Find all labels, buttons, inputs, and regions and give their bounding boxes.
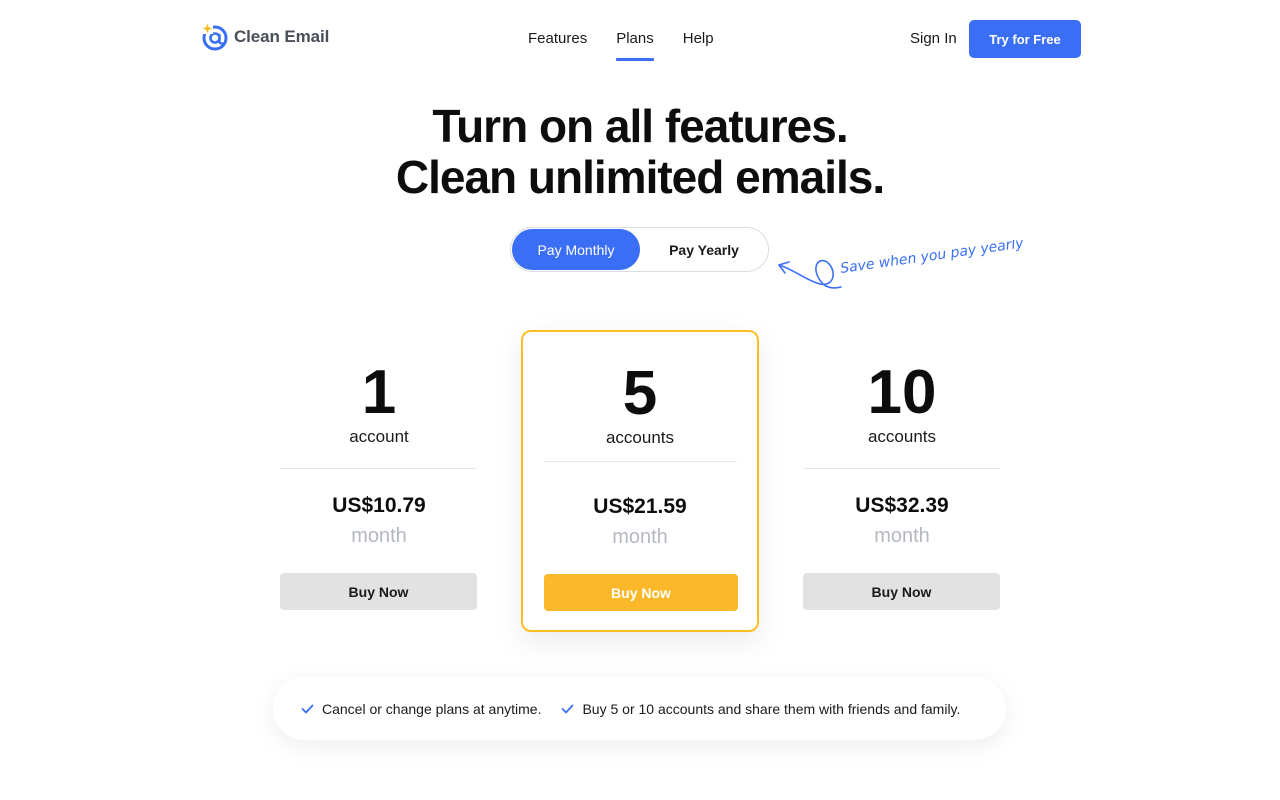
plan-account-unit: accounts — [867, 427, 937, 446]
benefit-item: Cancel or change plans at anytime. — [301, 701, 541, 717]
logo[interactable]: Clean Email — [200, 22, 329, 52]
billing-toggle: Pay Monthly Pay Yearly — [510, 227, 769, 272]
plan-account-count: 10 — [867, 358, 937, 427]
plan-card-5-accounts: 5 accounts US$21.59 month Buy Now — [521, 330, 759, 632]
nav-plans[interactable]: Plans — [616, 30, 654, 61]
plan-period: month — [351, 525, 407, 547]
benefits-bar: Cancel or change plans at anytime. Buy 5… — [273, 677, 1006, 740]
plan-card-10-accounts: 10 accounts US$32.39 month Buy Now — [783, 330, 1021, 632]
divider — [803, 468, 1000, 469]
plan-period: month — [612, 526, 668, 548]
benefit-item: Buy 5 or 10 accounts and share them with… — [561, 701, 960, 717]
sign-in-link[interactable]: Sign In — [910, 30, 957, 47]
plan-period: month — [874, 525, 930, 547]
plan-price: US$10.79 — [332, 494, 426, 517]
site-header: Clean Email Features Plans Help Sign In … — [0, 0, 1280, 78]
nav-help[interactable]: Help — [683, 30, 714, 61]
plan-price: US$32.39 — [855, 494, 949, 517]
buy-now-button[interactable]: Buy Now — [280, 573, 477, 610]
nav-features[interactable]: Features — [528, 30, 587, 61]
main-nav: Features Plans Help — [528, 30, 743, 61]
at-sign-sparkle-icon — [202, 23, 228, 51]
divider — [544, 461, 737, 462]
plan-account-unit: accounts — [605, 428, 675, 447]
plan-card-1-account: 1 account US$10.79 month Buy Now — [260, 330, 498, 632]
plan-account-count: 5 — [622, 359, 658, 428]
plan-account-unit: account — [349, 427, 409, 446]
divider — [280, 468, 477, 469]
plan-account-count: 1 — [361, 358, 397, 427]
save-note-text: Save when you pay yearly — [839, 240, 1025, 277]
check-icon — [301, 704, 314, 713]
pay-monthly-option[interactable]: Pay Monthly — [512, 229, 640, 270]
buy-now-button[interactable]: Buy Now — [544, 574, 738, 611]
buy-now-button[interactable]: Buy Now — [803, 573, 1000, 610]
plan-price: US$21.59 — [593, 495, 687, 518]
benefit-text: Cancel or change plans at anytime. — [322, 700, 542, 717]
headline-line-1: Turn on all features. — [432, 100, 848, 152]
curly-arrow-icon — [778, 259, 842, 289]
headline-line-2: Clean unlimited emails. — [395, 151, 885, 203]
check-icon — [562, 704, 574, 713]
try-for-free-button[interactable]: Try for Free — [969, 20, 1081, 58]
save-yearly-note: Save when you pay yearly — [778, 240, 1025, 289]
logo-text: Clean Email — [234, 27, 330, 46]
benefit-text: Buy 5 or 10 accounts and share them with… — [582, 700, 961, 717]
pay-yearly-option[interactable]: Pay Yearly — [641, 229, 767, 270]
